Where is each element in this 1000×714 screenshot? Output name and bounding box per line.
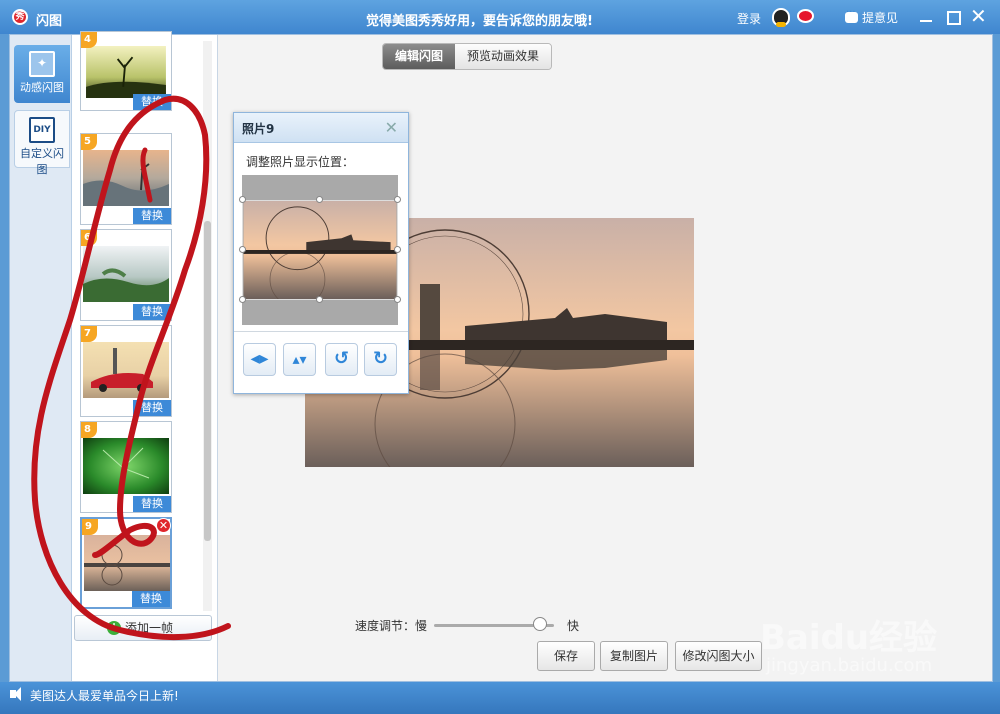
add-frame-button[interactable]: + 添加一帧	[74, 615, 212, 641]
copy-image-button[interactable]: 复制图片	[600, 641, 668, 671]
crop-handle[interactable]	[239, 296, 246, 303]
speed-slider-knob[interactable]	[532, 617, 547, 631]
login-link[interactable]: 登录	[737, 10, 761, 27]
nav-item-label: 动感闪图	[20, 81, 64, 94]
frame-number: 6	[81, 230, 97, 246]
scrollbar-thumb[interactable]	[204, 221, 211, 541]
frame-image	[83, 150, 169, 206]
frame-image	[84, 535, 170, 591]
frame-thumb-8[interactable]: 8 替换	[80, 421, 172, 513]
watermark-logo: Baidu经验	[760, 618, 938, 658]
speaker-icon	[10, 687, 21, 701]
crop-handle[interactable]	[394, 196, 401, 203]
crop-handle[interactable]	[316, 196, 323, 203]
mode-tabs: 编辑闪图 预览动画效果	[382, 43, 553, 70]
feedback-link[interactable]: 提意见	[845, 7, 899, 26]
frame-thumb-5[interactable]: 5 替换	[80, 133, 172, 225]
replace-button[interactable]: 替换	[133, 94, 171, 110]
rotate-right-icon: ↻	[372, 348, 389, 369]
replace-button[interactable]: 替换	[133, 304, 171, 320]
frame-list: 4 替换 5 替换 6 替换 7 替换 8 替换 9 ✕ 替换 + 添加一帧	[72, 31, 218, 681]
chat-bubble-icon	[845, 7, 858, 23]
frame-list-scrollbar[interactable]	[203, 41, 212, 611]
photo-adjust-dialog: 照片9 ✕ 调整照片显示位置： ◂▸ ▴▾ ↺ ↻	[233, 112, 409, 394]
frame-image	[83, 438, 169, 494]
crop-handle[interactable]	[239, 196, 246, 203]
save-button[interactable]: 保存	[537, 641, 595, 671]
nav-item-custom-flash[interactable]: DIY 自定义闪图	[14, 110, 70, 176]
frame-number: 7	[81, 326, 97, 342]
frame-number: 8	[81, 422, 97, 438]
weibo-icon[interactable]	[797, 9, 814, 23]
dialog-divider	[234, 331, 408, 332]
tab-preview[interactable]: 预览动画效果	[455, 44, 552, 69]
crop-handle[interactable]	[394, 246, 401, 253]
flip-vertical-icon: ▴▾	[292, 352, 307, 368]
replace-button[interactable]: 替换	[133, 208, 171, 224]
crop-handle[interactable]	[394, 296, 401, 303]
minimize-button[interactable]	[918, 9, 934, 25]
nav-item-dynamic-flash[interactable]: ✦ 动感闪图	[14, 45, 70, 103]
frame-thumb-6[interactable]: 6 替换	[80, 229, 172, 321]
rotate-left-button[interactable]: ↺	[325, 343, 358, 376]
crop-area[interactable]	[239, 175, 401, 325]
feedback-label: 提意见	[862, 11, 899, 25]
baidu-watermark: Baidu经验 jingyan.baidu.com	[760, 610, 960, 690]
crop-handle[interactable]	[316, 296, 323, 303]
dialog-label: 调整照片显示位置：	[246, 155, 355, 169]
flip-horizontal-button[interactable]: ◂▸	[243, 343, 276, 376]
crop-image[interactable]	[242, 200, 398, 300]
flip-horizontal-icon: ◂▸	[250, 348, 269, 369]
frame-number: 4	[81, 32, 97, 48]
watermark-url: jingyan.baidu.com	[766, 655, 933, 676]
title-bar: 秀 闪图 觉得美图秀秀好用，要告诉您的朋友哦! 登录 提意见 ✕	[0, 0, 1000, 34]
slogan-text: 觉得美图秀秀好用，要告诉您的朋友哦!	[366, 14, 593, 29]
replace-button[interactable]: 替换	[133, 400, 171, 416]
crop-handle[interactable]	[239, 246, 246, 253]
main-panel: ✦ 动感闪图 DIY 自定义闪图 4 替换 5 替换 6 替换 7 替换 8 替…	[9, 31, 993, 682]
sparkle-frame-icon: ✦	[29, 51, 55, 77]
frame-image	[86, 46, 166, 98]
fast-label: 快	[567, 619, 580, 633]
rotate-right-button[interactable]: ↻	[364, 343, 397, 376]
delete-frame-button[interactable]: ✕	[156, 518, 171, 533]
frame-number: 9	[82, 519, 98, 535]
add-frame-label: 添加一帧	[125, 621, 174, 635]
replace-button[interactable]: 替换	[133, 496, 171, 512]
qq-icon[interactable]	[772, 8, 790, 27]
flip-vertical-button[interactable]: ▴▾	[283, 343, 316, 376]
plus-icon: +	[107, 620, 121, 635]
status-text[interactable]: 美图达人最爱单品今日上新!	[30, 687, 179, 704]
maximize-button[interactable]	[945, 9, 961, 25]
speed-label: 速度调节：慢	[355, 619, 428, 633]
diy-icon: DIY	[29, 117, 55, 143]
frame-thumb-7[interactable]: 7 替换	[80, 325, 172, 417]
frame-number: 5	[81, 134, 97, 150]
frame-thumb-4[interactable]: 4 替换	[80, 31, 172, 111]
dialog-title: 照片9	[234, 113, 408, 143]
replace-button[interactable]: 替换	[132, 591, 170, 607]
frame-image	[83, 342, 169, 398]
rotate-left-icon: ↺	[333, 348, 350, 369]
close-window-button[interactable]: ✕	[970, 6, 987, 26]
app-logo-icon: 秀	[12, 9, 28, 25]
frame-image	[83, 246, 169, 302]
tab-edit[interactable]: 编辑闪图	[383, 44, 456, 69]
nav-item-label: 自定义闪图	[20, 147, 64, 176]
frame-thumb-9[interactable]: 9 ✕ 替换	[80, 517, 172, 609]
app-title: 闪图	[36, 14, 63, 29]
resize-flash-button[interactable]: 修改闪图大小	[675, 641, 762, 671]
left-nav: ✦ 动感闪图 DIY 自定义闪图	[10, 35, 72, 681]
dialog-close-button[interactable]: ✕	[385, 118, 398, 137]
